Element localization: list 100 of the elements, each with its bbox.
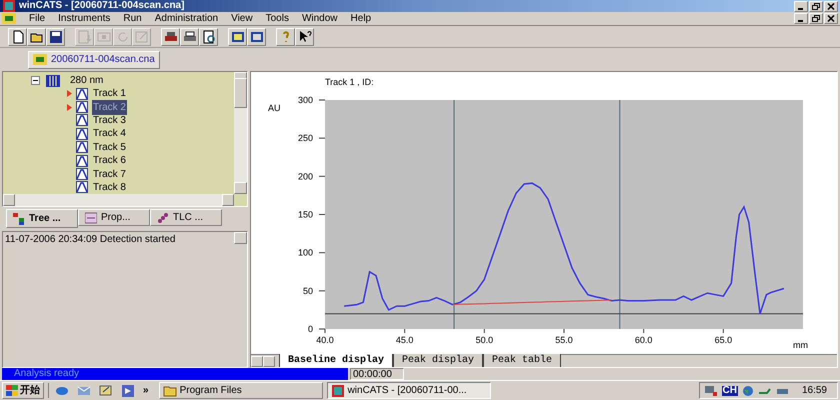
y-tick: 50 [302, 286, 326, 296]
toolbar-button[interactable] [228, 28, 247, 46]
x-tick-label: 55.0 [555, 335, 573, 345]
menu-item[interactable]: Window [302, 14, 338, 24]
y-tick-label: 200 [298, 171, 313, 182]
more-button[interactable]: » [143, 383, 149, 398]
peak-icon [76, 101, 88, 114]
toolbar-button[interactable] [8, 28, 27, 46]
edit-icon [134, 28, 150, 44]
menu-item[interactable]: Administration [154, 14, 218, 24]
menu-item[interactable]: Help [350, 14, 372, 24]
menu-item[interactable]: File [29, 14, 46, 24]
x-tick: 60.0 [634, 328, 652, 345]
toolbar-button[interactable] [180, 28, 199, 46]
window-title: winCATS - [20060711-004scan.cna] [19, 1, 184, 11]
media-icon [121, 384, 135, 398]
minimize-button[interactable] [794, 0, 808, 12]
y-tick: 300 [298, 95, 326, 105]
tree-item[interactable]: Track 2 [92, 100, 127, 115]
close-button[interactable] [824, 0, 838, 12]
panel-tab[interactable]: Prop... [78, 209, 150, 226]
menu-item[interactable]: View [231, 14, 253, 24]
tree-item[interactable]: Track 8 [92, 180, 127, 195]
start-button[interactable]: 开始 [2, 382, 44, 399]
x-tick-label: 50.0 [476, 335, 494, 345]
restore-icon [812, 2, 820, 10]
panel-tab[interactable]: Tree ... [6, 209, 78, 228]
y-tick-label: 100 [298, 248, 313, 258]
minimize-button[interactable] [794, 13, 808, 24]
properties-icon [85, 212, 97, 224]
tree-item[interactable]: 280 nm [70, 73, 104, 88]
desktop-icon [99, 384, 113, 398]
quick-launch-button[interactable] [99, 383, 113, 398]
close-button[interactable] [824, 13, 838, 24]
panel-tab[interactable]: TLC ... [150, 209, 222, 226]
y-tick: 100 [298, 248, 326, 258]
scroll-right-button[interactable] [263, 356, 275, 367]
x-tick: 65.0 [714, 328, 732, 345]
x-tick-label: 60.0 [634, 335, 652, 345]
taskbar-button[interactable]: winCATS - [20060711-00... [326, 382, 491, 399]
toolbar-button[interactable] [46, 28, 65, 46]
y-tick-label: 0 [308, 324, 313, 334]
save-icon [48, 28, 64, 44]
minus-icon [33, 78, 38, 83]
menu-item[interactable]: Instruments [58, 14, 110, 24]
preview-icon [200, 28, 216, 44]
list-icon [76, 28, 92, 44]
toolbar-button[interactable] [199, 28, 218, 46]
menu-item[interactable]: Run [123, 14, 142, 24]
y-tick: 150 [298, 210, 326, 220]
menu-item[interactable]: Tools [266, 14, 289, 24]
x-tick: 45.0 [396, 328, 414, 345]
tree-item[interactable]: Track 5 [92, 140, 127, 155]
peak-icon [76, 128, 88, 140]
scroll-left-button[interactable] [251, 356, 263, 367]
taskbar-button[interactable]: Program Files [158, 382, 323, 399]
restore-button[interactable] [809, 13, 823, 24]
toolbar-button[interactable] [247, 28, 266, 46]
y-tick: 200 [298, 171, 326, 182]
restore-icon [812, 15, 820, 22]
network-icon [704, 384, 718, 396]
peak-icon [76, 154, 88, 167]
peak-icon [76, 114, 88, 126]
tree-item[interactable]: Track 4 [92, 126, 127, 142]
app-icon [330, 384, 345, 398]
mail-icon [77, 384, 91, 398]
quick-launch-button[interactable] [121, 383, 135, 398]
wavelength-icon [46, 74, 60, 86]
y-axis-label: AU [268, 103, 281, 113]
globe-icon [742, 384, 754, 396]
tree-item[interactable]: Track 6 [92, 153, 127, 168]
x-tick: 50.0 [476, 328, 494, 345]
tree-item[interactable]: Track 1 [92, 86, 127, 102]
restore-button[interactable] [809, 0, 823, 12]
language-indicator[interactable]: CH [722, 386, 738, 396]
chart-title: Track 1 , ID: [325, 77, 374, 87]
clock: 16:59 [802, 384, 827, 398]
x-tick-label: 65.0 [714, 335, 732, 345]
chart-tab[interactable]: Baseline display [279, 354, 394, 367]
status-message: Analysis ready [2, 368, 348, 380]
toolbar-button[interactable] [161, 28, 180, 46]
peak-icon [76, 181, 88, 194]
collapse-toggle[interactable] [31, 76, 40, 85]
horizontal-scrollbar[interactable] [3, 194, 234, 206]
flag-icon [6, 385, 18, 396]
chart-tab[interactable]: Peak table [483, 354, 562, 367]
chart-tab[interactable]: Peak display [393, 354, 484, 367]
tree-item[interactable]: Track 7 [92, 166, 127, 182]
y-tick-label: 50 [302, 286, 313, 296]
x-tick: 55.0 [555, 328, 573, 345]
toolbar-button[interactable] [27, 28, 46, 46]
tree-item[interactable]: Track 3 [92, 112, 127, 128]
peak-icon [76, 88, 88, 100]
vertical-scrollbar[interactable] [234, 72, 247, 194]
x-tick-label: 45.0 [396, 335, 414, 345]
document-tab[interactable]: 20060711-004scan.cna [28, 50, 160, 68]
y-tick-label: 250 [298, 133, 313, 144]
folder-icon [162, 384, 177, 398]
toolbar-button[interactable] [295, 28, 314, 46]
x-axis-label: mm [793, 340, 808, 350]
